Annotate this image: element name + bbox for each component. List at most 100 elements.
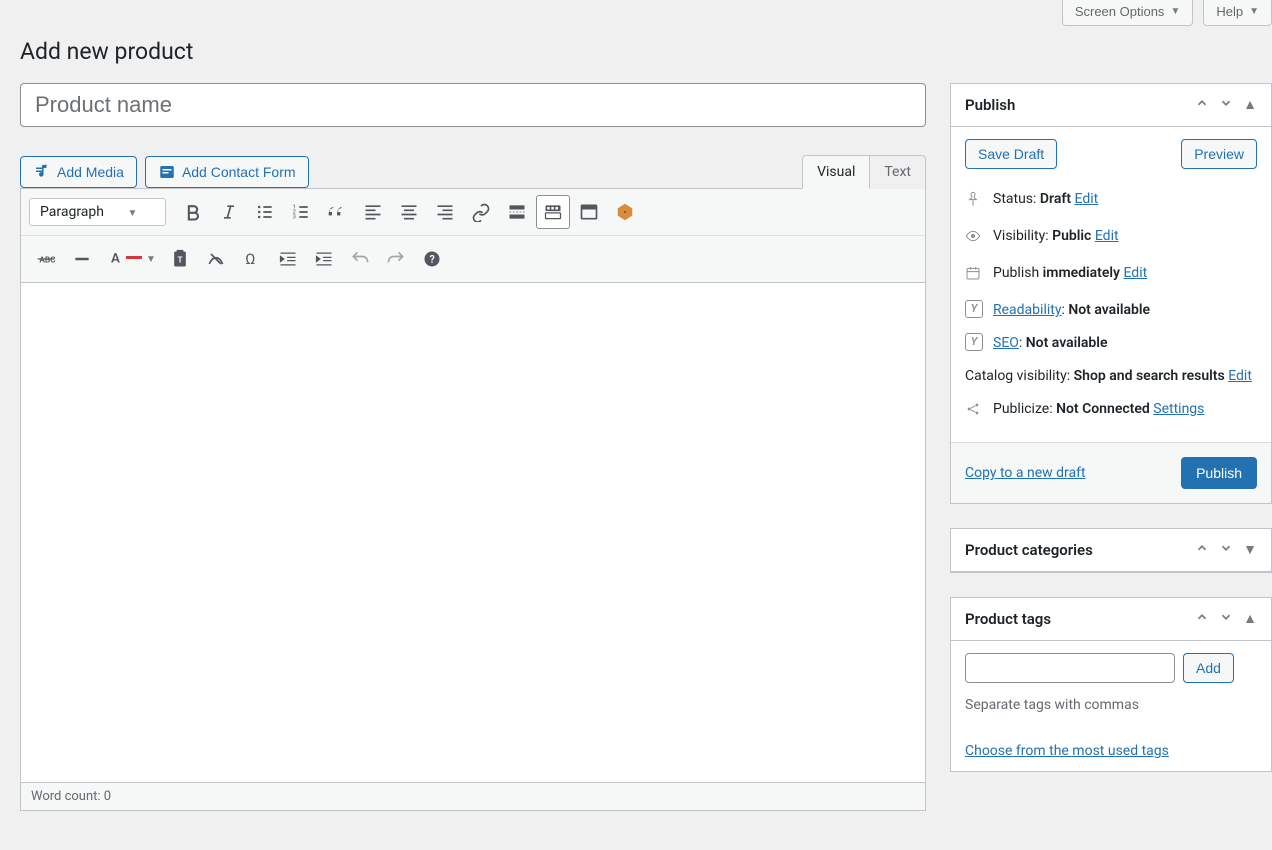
word-count-label: Word count: (31, 789, 101, 804)
publish-title: Publish (965, 96, 1015, 114)
move-up-icon[interactable] (1195, 96, 1209, 114)
eye-icon (965, 228, 983, 251)
woocommerce-button[interactable] (608, 195, 642, 229)
toggle-icon[interactable]: ▲ (1243, 96, 1257, 114)
add-media-button[interactable]: Add Media (20, 156, 137, 188)
outdent-button[interactable] (271, 242, 305, 276)
caret-down-icon: ▼ (146, 254, 156, 265)
help-button[interactable]: Help ▼ (1203, 0, 1272, 26)
product-name-input[interactable] (20, 83, 926, 127)
publish-time-edit-link[interactable]: Edit (1123, 265, 1147, 281)
visibility-edit-link[interactable]: Edit (1095, 228, 1119, 244)
add-media-label: Add Media (57, 164, 124, 180)
tags-hint: Separate tags with commas (965, 697, 1257, 713)
product-tags-metabox: Product tags ▲ Add Separate tags with co… (950, 597, 1272, 772)
calendar-icon (965, 265, 983, 288)
product-tags-title: Product tags (965, 610, 1051, 628)
add-contact-form-label: Add Contact Form (182, 164, 296, 180)
align-center-button[interactable] (392, 195, 426, 229)
choose-tags-link[interactable]: Choose from the most used tags (965, 743, 1169, 759)
horizontal-line-button[interactable] (65, 242, 99, 276)
redo-button[interactable] (379, 242, 413, 276)
align-right-button[interactable] (428, 195, 462, 229)
publish-button[interactable]: Publish (1181, 457, 1257, 489)
move-up-icon[interactable] (1195, 610, 1209, 628)
fullscreen-button[interactable] (572, 195, 606, 229)
copy-draft-link[interactable]: Copy to a new draft (965, 465, 1086, 481)
indent-button[interactable] (307, 242, 341, 276)
svg-text:?: ? (429, 253, 434, 266)
toggle-icon[interactable]: ▲ (1243, 610, 1257, 628)
svg-text:T: T (177, 255, 182, 265)
italic-button[interactable] (212, 195, 246, 229)
blockquote-button[interactable] (320, 195, 354, 229)
screen-options-button[interactable]: Screen Options ▼ (1062, 0, 1194, 26)
svg-text:ABC: ABC (39, 255, 56, 265)
yoast-icon: Y (965, 333, 983, 351)
catalog-value: Shop and search results (1074, 368, 1225, 384)
caret-down-icon: ▼ (127, 208, 137, 219)
text-color-button[interactable]: A▼ (101, 242, 161, 276)
camera-music-icon (33, 163, 51, 181)
status-edit-link[interactable]: Edit (1075, 191, 1099, 207)
preview-button[interactable]: Preview (1181, 139, 1257, 169)
move-up-icon[interactable] (1195, 541, 1209, 559)
paste-text-button[interactable]: T (163, 242, 197, 276)
publish-time-value: immediately (1043, 265, 1120, 281)
bullet-list-button[interactable] (248, 195, 282, 229)
format-select-label: Paragraph (40, 204, 104, 220)
publicize-value: Not Connected (1056, 401, 1150, 417)
svg-text:Ω: Ω (245, 250, 255, 268)
align-left-button[interactable] (356, 195, 390, 229)
catalog-edit-link[interactable]: Edit (1228, 368, 1252, 384)
tag-input[interactable] (965, 653, 1175, 683)
clear-formatting-button[interactable] (199, 242, 233, 276)
toggle-icon[interactable]: ▼ (1243, 541, 1257, 559)
read-more-button[interactable] (500, 195, 534, 229)
help-button[interactable]: ? (415, 242, 449, 276)
visibility-value: Public (1052, 228, 1091, 244)
caret-down-icon: ▼ (1170, 6, 1180, 17)
format-select[interactable]: Paragraph ▼ (29, 198, 166, 226)
word-count-value: 0 (104, 789, 111, 804)
pin-icon (965, 191, 983, 214)
product-categories-header[interactable]: Product categories ▼ (951, 529, 1271, 572)
form-icon (158, 163, 176, 181)
svg-text:3: 3 (293, 215, 296, 221)
strikethrough-button[interactable]: ABC (29, 242, 63, 276)
yoast-icon: Y (965, 300, 983, 318)
publicize-label: Publicize: (993, 401, 1053, 417)
add-tag-button[interactable]: Add (1183, 653, 1234, 683)
readability-link[interactable]: Readability (993, 302, 1061, 318)
publish-metabox: Publish ▲ Save Draft Preview Status: Dra… (950, 83, 1272, 504)
toolbar-toggle-button[interactable] (536, 195, 570, 229)
editor-content-area[interactable] (20, 283, 926, 783)
tab-visual[interactable]: Visual (802, 155, 870, 189)
publish-time-label: Publish (993, 265, 1039, 281)
svg-text:A: A (111, 251, 120, 266)
move-down-icon[interactable] (1219, 541, 1233, 559)
word-count-bar: Word count: 0 (20, 783, 926, 811)
move-down-icon[interactable] (1219, 96, 1233, 114)
caret-down-icon: ▼ (1249, 6, 1259, 17)
publish-header[interactable]: Publish ▲ (951, 84, 1271, 127)
numbered-list-button[interactable]: 123 (284, 195, 318, 229)
link-button[interactable] (464, 195, 498, 229)
tab-text[interactable]: Text (870, 155, 926, 189)
publicize-settings-link[interactable]: Settings (1153, 401, 1204, 417)
save-draft-button[interactable]: Save Draft (965, 139, 1057, 169)
help-label: Help (1216, 4, 1243, 19)
seo-link[interactable]: SEO (993, 335, 1019, 351)
share-icon (965, 401, 983, 424)
move-down-icon[interactable] (1219, 610, 1233, 628)
product-categories-title: Product categories (965, 541, 1093, 559)
product-categories-metabox: Product categories ▼ (950, 528, 1272, 573)
product-tags-header[interactable]: Product tags ▲ (951, 598, 1271, 641)
undo-button[interactable] (343, 242, 377, 276)
seo-value: Not available (1026, 335, 1108, 351)
screen-options-label: Screen Options (1075, 4, 1165, 19)
catalog-label: Catalog visibility: (965, 368, 1070, 384)
add-contact-form-button[interactable]: Add Contact Form (145, 156, 309, 188)
bold-button[interactable] (176, 195, 210, 229)
special-character-button[interactable]: Ω (235, 242, 269, 276)
